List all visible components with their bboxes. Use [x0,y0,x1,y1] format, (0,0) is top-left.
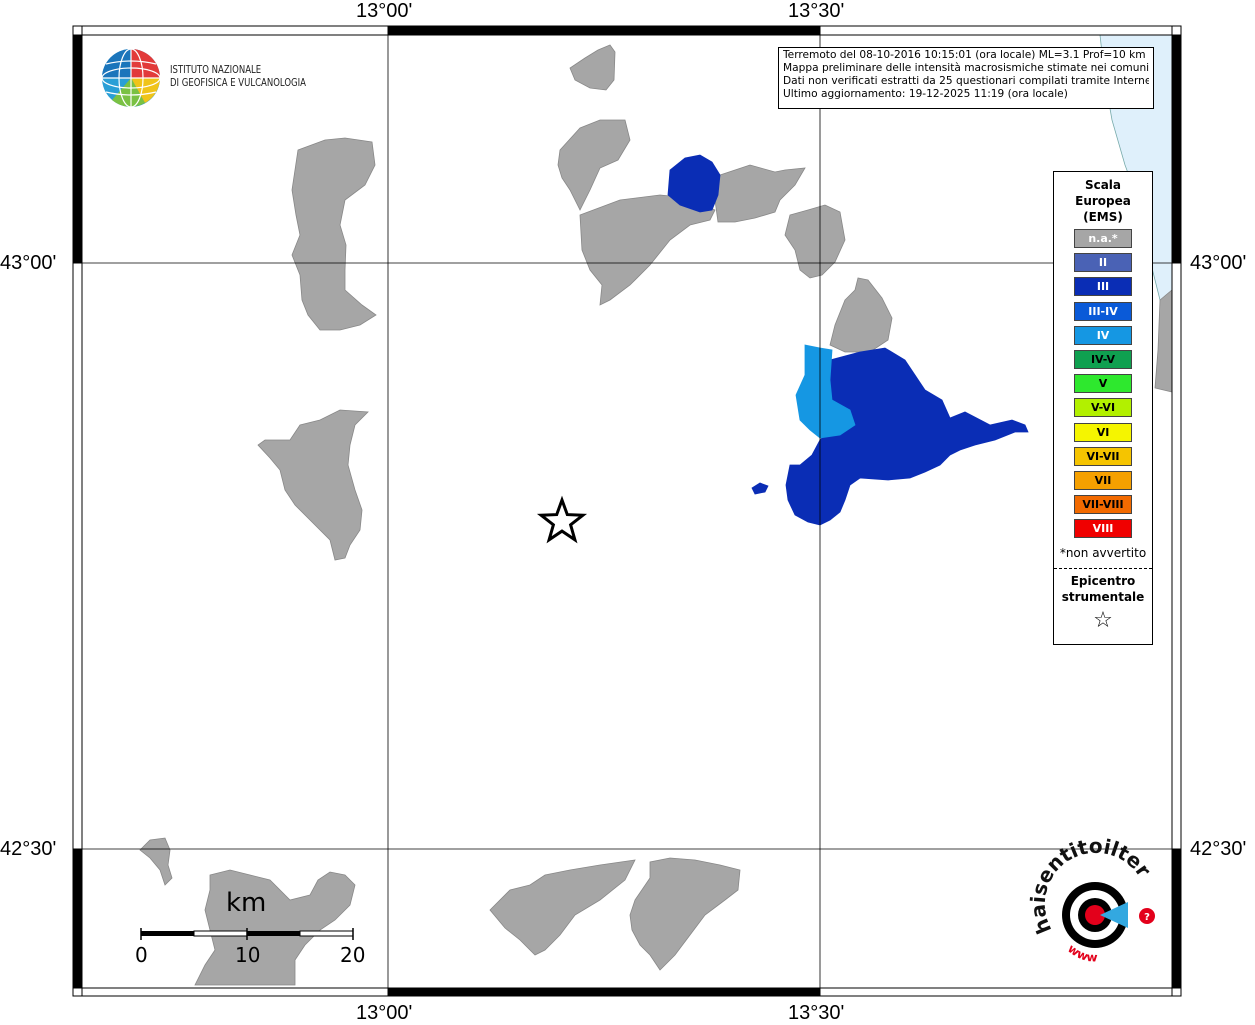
municipality-na [829,277,893,353]
municipality-na [579,194,716,306]
lat-tick-label: 42°30' [1190,838,1247,860]
event-info-line: Terremoto del 08-10-2016 10:15:01 (ora l… [783,49,1146,61]
legend: Scala Europea (EMS) n.a.* II III III-IV IV IV… [1053,171,1153,645]
legend-epicenter-line2: strumentale [1061,590,1145,604]
legend-item: VIII [1074,519,1132,539]
institute-name-line2: DI GEOFISICA E VULCANOLOGIA [170,76,306,89]
legend-item: V [1074,374,1132,394]
municipality-na [629,857,741,971]
municipality-na [194,869,356,986]
svg-text:?: ? [1144,912,1150,923]
event-info-line: Dati non verificati estratti da 25 quest… [783,75,1149,87]
scale-label: 20 [340,943,366,967]
legend-item: III [1074,277,1132,297]
event-info-line: Mappa preliminare delle intensità macros… [783,62,1149,74]
legend-epicenter-star-icon: ☆ [1093,608,1113,633]
legend-title-line1: Scala [1084,178,1122,192]
legend-title-line2: Europea [1075,194,1131,208]
event-info-box: Terremoto del 08-10-2016 10:15:01 (ora l… [778,47,1154,109]
scale-bar [140,928,354,940]
legend-item: V-VI [1074,398,1132,418]
municipality-na [257,409,369,561]
lat-tick-label: 42°30' [0,838,57,860]
legend-item: VII-VIII [1074,495,1132,515]
graticule [82,35,1172,988]
legend-title: Scala Europea (EMS) [1054,177,1152,225]
lon-tick-label: 13°30' [788,1002,845,1024]
institute-name-line1: ISTITUTO NAZIONALE [170,63,262,76]
legend-item: n.a.* [1074,229,1132,248]
lat-tick-label: 43°00' [0,252,57,274]
municipality-na [139,837,173,886]
legend-epicenter-title: Epicentro strumentale [1054,573,1152,605]
legend-item: VII [1074,471,1132,490]
lon-tick-label: 13°00' [356,0,413,22]
scale-label: 10 [235,943,261,967]
legend-note: *non avvertito [1059,546,1147,560]
legend-item: VI [1074,422,1132,442]
legend-title-line3: (EMS) [1083,210,1123,224]
legend-item: VI-VII [1074,446,1132,466]
municipalities-na [139,44,893,986]
municipality-III [751,482,769,495]
municipality-na [489,859,636,956]
scale-unit: km [226,888,267,918]
lon-tick-label: 13°30' [788,0,845,22]
municipality-na [784,204,846,279]
municipality-na [291,137,377,331]
legend-item: II [1074,253,1132,273]
scale-label: 0 [135,943,148,967]
municipality-na [569,44,616,91]
map-frame [72,25,1182,997]
event-info-line: Ultimo aggiornamento: 19-12-2025 11:19 (… [783,88,1068,100]
institute-name: ISTITUTO NAZIONALE DI GEOFISICA E VULCAN… [170,63,306,89]
legend-item: IV [1074,325,1132,345]
municipality-na [714,164,806,223]
legend-item: III-IV [1074,301,1132,321]
municipality-na [557,119,631,211]
legend-divider [1054,568,1152,569]
legend-epicenter-line1: Epicentro [1070,574,1136,588]
coast-land [1154,289,1173,393]
lon-tick-label: 13°00' [356,1002,413,1024]
epicenter-star-marker [536,495,588,544]
ingv-logo-icon [101,48,161,108]
legend-item: IV-V [1074,350,1132,369]
lat-tick-label: 43°00' [1190,252,1247,274]
